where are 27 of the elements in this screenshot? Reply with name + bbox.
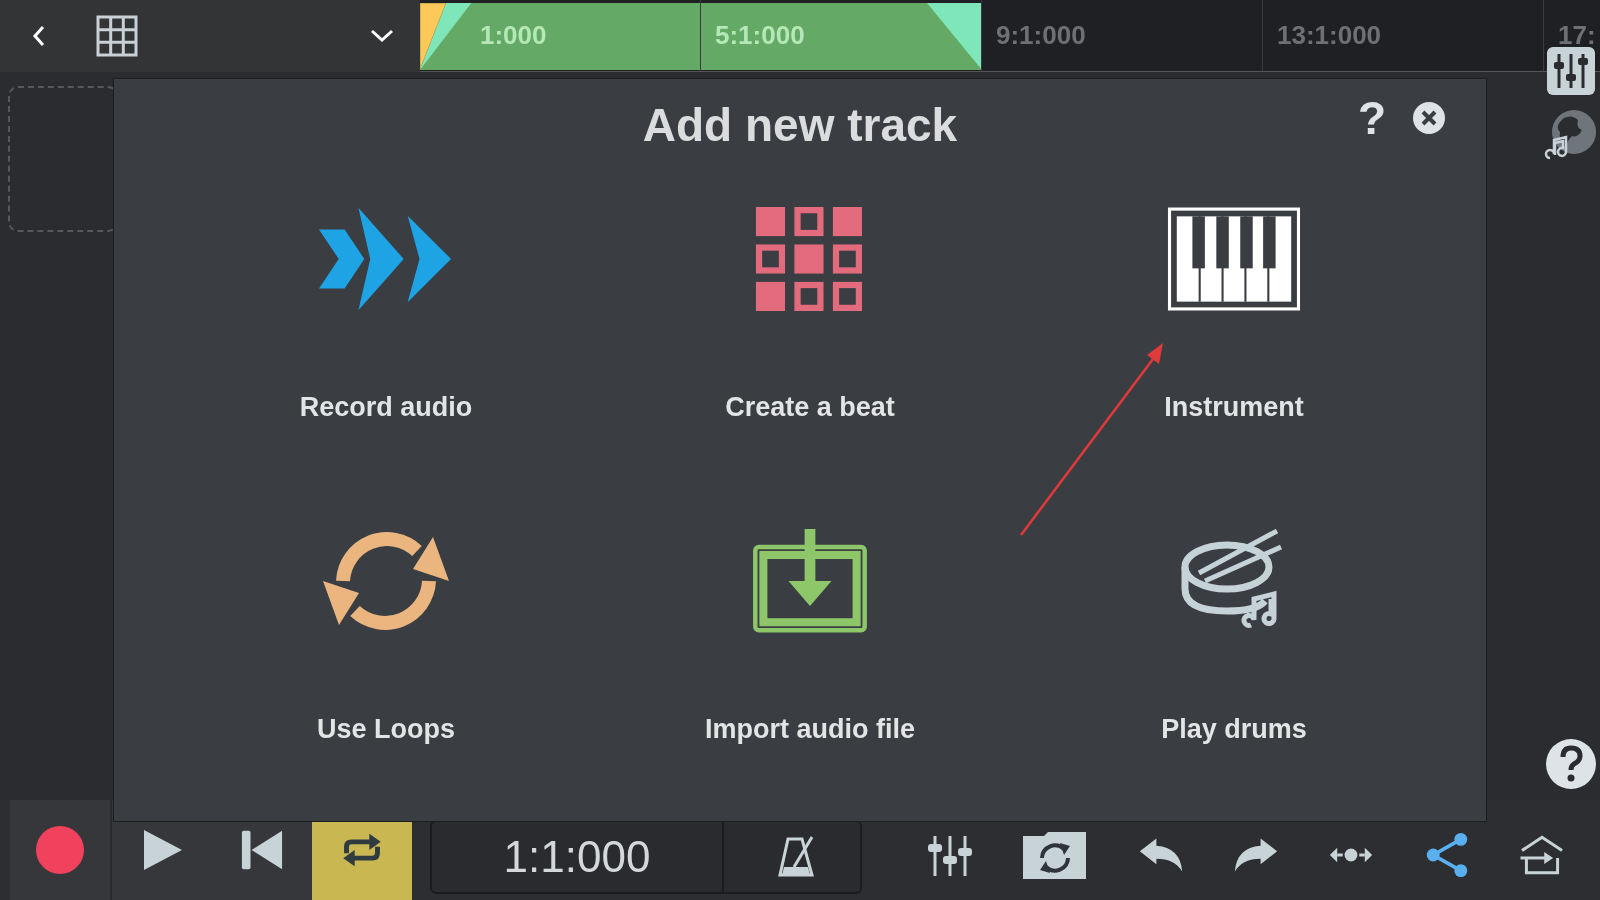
folder-sync-icon[interactable] bbox=[1022, 830, 1089, 880]
track-type-label[interactable]: Play drums bbox=[1161, 714, 1307, 745]
track-type-label[interactable]: Record audio bbox=[299, 392, 473, 423]
help-button[interactable]: ? bbox=[1357, 95, 1386, 141]
piano-keys-icon[interactable] bbox=[1167, 207, 1301, 311]
dropdown-chevron-icon[interactable] bbox=[370, 29, 394, 43]
help-icon[interactable] bbox=[1545, 738, 1597, 790]
timeline-marker: 13:1:000 bbox=[1277, 20, 1382, 51]
triple-arrow-icon[interactable] bbox=[319, 207, 453, 311]
grid-icon[interactable] bbox=[96, 15, 138, 57]
globe-music-icon[interactable] bbox=[1544, 108, 1598, 162]
track-type-label[interactable]: Import audio file bbox=[705, 714, 915, 745]
track-type-label[interactable]: Instrument bbox=[1164, 392, 1304, 423]
skip-back-icon bbox=[240, 828, 284, 872]
timeline-marker: 1:000 bbox=[479, 20, 547, 51]
track-type-label[interactable]: Create a beat bbox=[725, 392, 895, 423]
track-type-label[interactable]: Use Loops bbox=[317, 714, 455, 745]
dialog-title: Add new track bbox=[642, 98, 958, 152]
mixer-icon[interactable] bbox=[1546, 46, 1596, 96]
close-icon[interactable] bbox=[1412, 101, 1446, 135]
timeline-marker: 9:1:000 bbox=[996, 20, 1086, 51]
metronome-icon[interactable] bbox=[776, 835, 816, 879]
clip-end-marker-icon[interactable] bbox=[927, 3, 982, 70]
timeline-marker: 5:1:000 bbox=[715, 20, 805, 51]
audio-clip[interactable] bbox=[420, 3, 982, 70]
back-icon[interactable] bbox=[32, 24, 46, 48]
timeline-marker: 17: bbox=[1558, 20, 1596, 51]
